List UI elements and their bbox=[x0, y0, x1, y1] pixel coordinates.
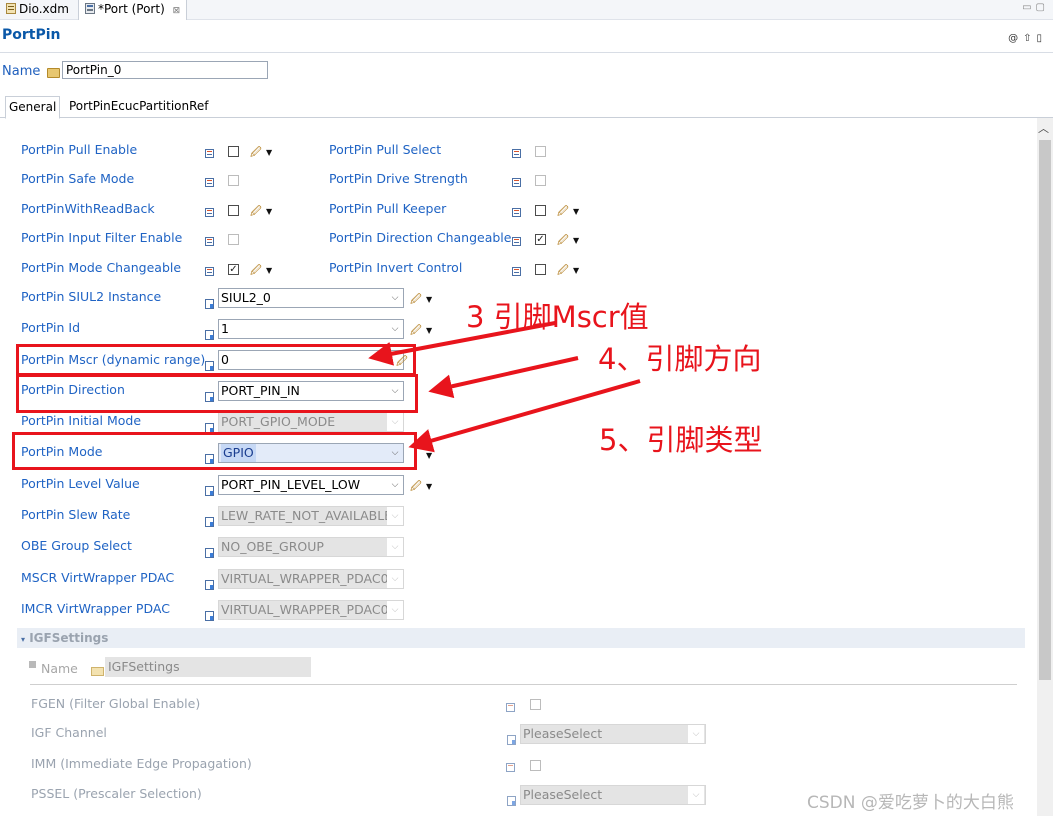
annotation-label-mode: 5、引脚类型 bbox=[599, 423, 763, 457]
arrow-to-direction bbox=[428, 356, 579, 399]
tab-general[interactable]: General bbox=[5, 96, 61, 119]
annotation-arrows bbox=[368, 321, 641, 453]
watermark: CSDN @爱吃萝卜的大白熊 bbox=[807, 793, 1014, 813]
annotation-label-direction: 4、引脚方向 bbox=[598, 342, 762, 376]
annotation-label-mscr: 3 引脚Mscr值 bbox=[466, 300, 649, 334]
